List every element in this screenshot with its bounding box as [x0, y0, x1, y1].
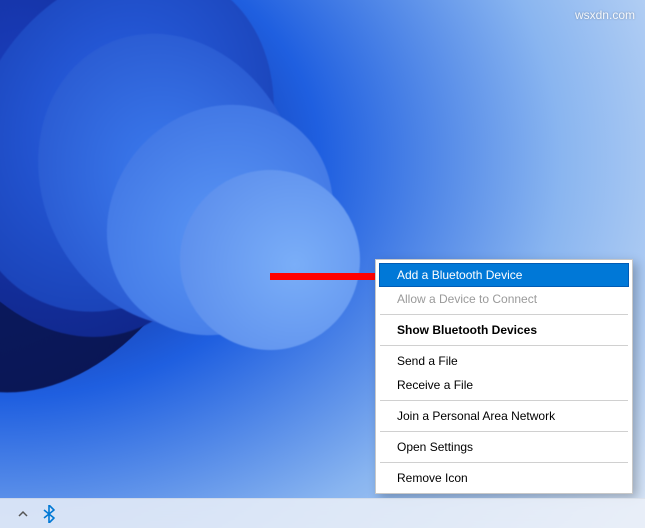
taskbar: [0, 498, 645, 528]
menu-item-receive-file[interactable]: Receive a File: [379, 373, 629, 397]
menu-item-show-bluetooth-devices[interactable]: Show Bluetooth Devices: [379, 318, 629, 342]
menu-item-remove-icon[interactable]: Remove Icon: [379, 466, 629, 490]
watermark-text: wsxdn.com: [575, 8, 635, 22]
bluetooth-context-menu: Add a Bluetooth Device Allow a Device to…: [375, 259, 633, 494]
tray-bluetooth-icon[interactable]: [39, 504, 59, 524]
menu-separator: [380, 431, 628, 432]
menu-separator: [380, 314, 628, 315]
menu-separator: [380, 462, 628, 463]
menu-item-join-pan[interactable]: Join a Personal Area Network: [379, 404, 629, 428]
tray-overflow-icon[interactable]: [13, 504, 33, 524]
menu-separator: [380, 400, 628, 401]
menu-item-send-file[interactable]: Send a File: [379, 349, 629, 373]
chevron-up-icon: [17, 508, 29, 520]
menu-separator: [380, 345, 628, 346]
menu-item-add-bluetooth-device[interactable]: Add a Bluetooth Device: [379, 263, 629, 287]
menu-item-allow-device-connect: Allow a Device to Connect: [379, 287, 629, 311]
menu-item-open-settings[interactable]: Open Settings: [379, 435, 629, 459]
bluetooth-icon: [42, 505, 56, 523]
